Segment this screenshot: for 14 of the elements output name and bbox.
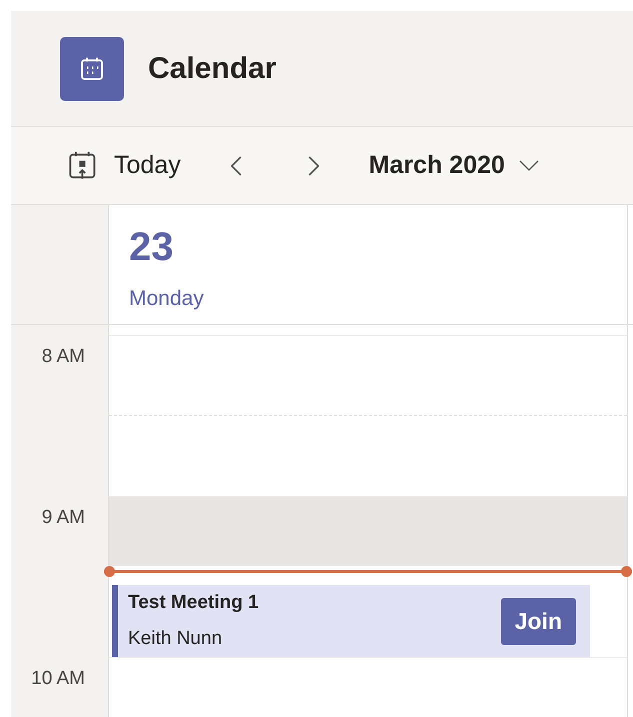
page-title: Calendar [148,51,276,87]
chevron-down-icon [518,160,539,171]
hour-label: 9 AM [42,506,85,530]
today-button[interactable]: Today [66,146,181,184]
hour-label: 8 AM [42,345,85,369]
join-button[interactable]: Join [500,598,576,644]
event-title: Test Meeting 1 [128,590,260,614]
meeting-event[interactable]: Test Meeting 1 Keith Nunn Join [112,585,590,657]
day-name: Monday [129,286,204,312]
calendar-icon [60,36,124,100]
month-picker[interactable]: March 2020 [368,146,539,184]
event-organizer: Keith Nunn [128,627,224,651]
day-number: 23 [129,227,174,267]
hour-label: 10 AM [31,667,85,691]
